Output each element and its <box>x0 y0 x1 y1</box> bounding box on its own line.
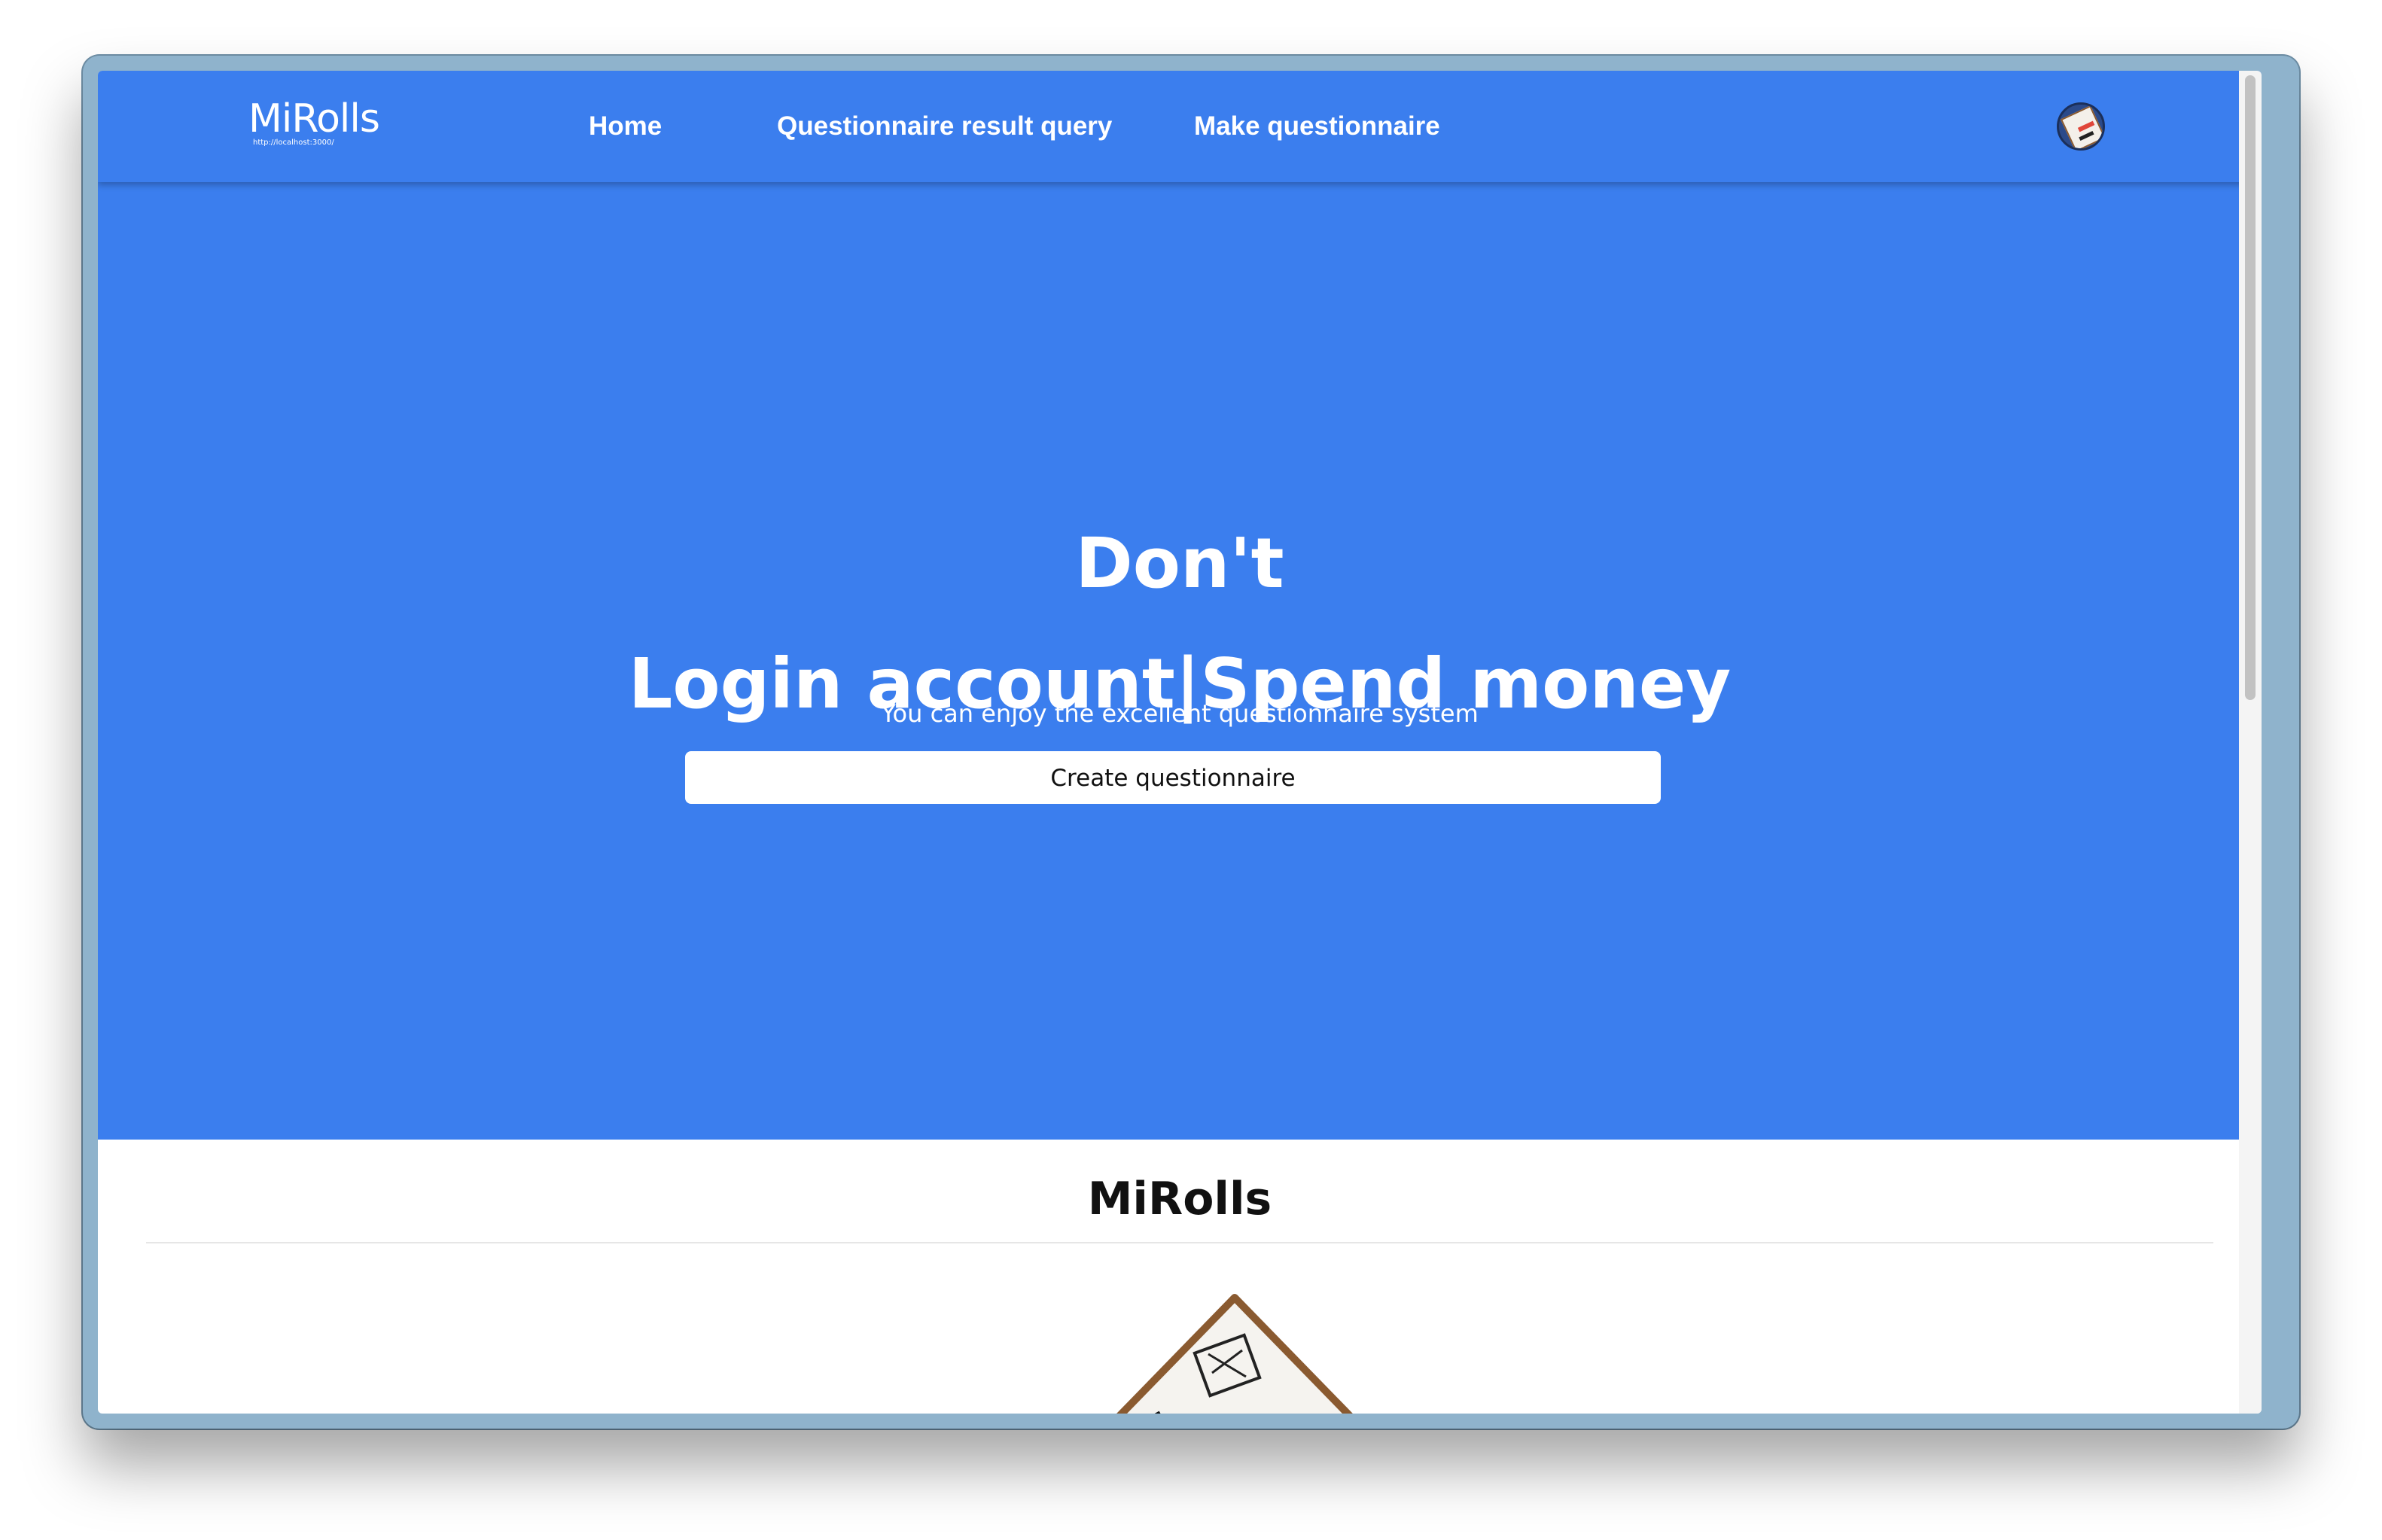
site-logo[interactable]: MiRolls http://localhost:3000/ <box>248 96 380 147</box>
avatar-image <box>2060 105 2103 148</box>
logo-title: MiRolls <box>248 96 380 142</box>
avatar-detail-dark <box>2079 131 2094 142</box>
user-avatar-icon[interactable] <box>2057 102 2105 151</box>
top-navbar: MiRolls http://localhost:3000/ Home Ques… <box>98 71 2262 182</box>
hero-title-line-1: Don't <box>1075 523 1284 604</box>
section-divider <box>146 1242 2213 1243</box>
hero-section: Don't Login account|Spend money <box>98 182 2262 1140</box>
scrollbar-thumb[interactable] <box>2245 75 2256 700</box>
questionnaire-illustration <box>1116 1294 1353 1414</box>
nav-link-questionnaire-result-query[interactable]: Questionnaire result query <box>777 111 1112 142</box>
page-scrollbar[interactable] <box>2239 71 2262 1414</box>
create-questionnaire-button[interactable]: Create questionnaire <box>685 751 1661 804</box>
nav-link-make-questionnaire[interactable]: Make questionnaire <box>1194 111 1440 142</box>
section-title: MiRolls <box>1087 1173 1272 1225</box>
page-viewport: MiRolls http://localhost:3000/ Home Ques… <box>98 71 2262 1414</box>
hero-subtitle: You can enjoy the excellent questionnair… <box>881 699 1479 728</box>
nav-link-home[interactable]: Home <box>589 111 662 142</box>
